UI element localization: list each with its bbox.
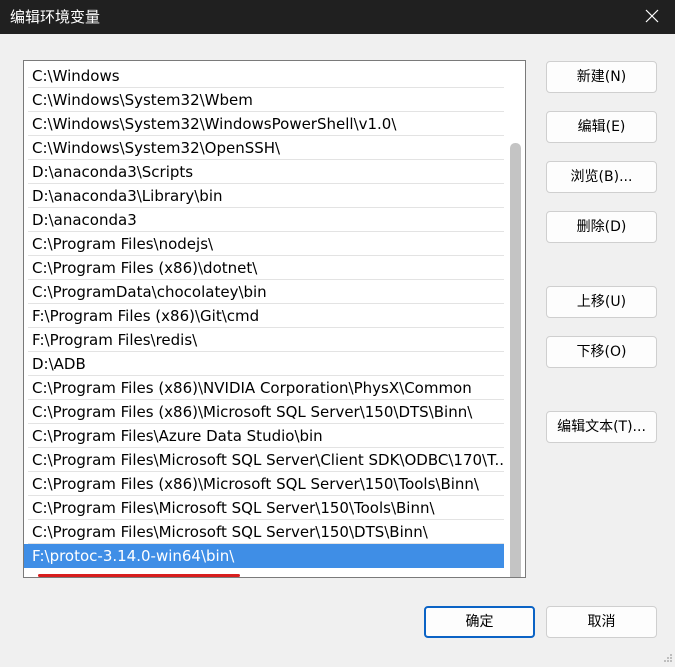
path-list-item[interactable]: D:\ADB — [24, 352, 504, 376]
vertical-scrollbar[interactable] — [510, 143, 521, 577]
path-list-item[interactable]: C:\Windows\System32\WindowsPowerShell\v1… — [24, 112, 504, 136]
edit-button[interactable]: 编辑(E) — [546, 111, 657, 143]
path-list-item[interactable]: C:\Program Files (x86)\dotnet\ — [24, 256, 504, 280]
path-list-rows: C:\Windows C:\Windows\System32\Wbem C:\Win… — [24, 64, 504, 568]
path-list-item[interactable]: C:\Program Files\Microsoft SQL Server\15… — [24, 520, 504, 544]
path-list-item[interactable]: C:\Program Files (x86)\Microsoft SQL Ser… — [24, 400, 504, 424]
path-list-item[interactable]: F:\Program Files (x86)\Git\cmd — [24, 304, 504, 328]
path-list-item[interactable]: D:\anaconda3\Scripts — [24, 160, 504, 184]
path-list-item[interactable]: C:\Program Files\nodejs\ — [24, 232, 504, 256]
path-list-item[interactable]: C:\ProgramData\chocolatey\bin — [24, 280, 504, 304]
path-list-item[interactable]: C:\Program Files\Microsoft SQL Server\Cl… — [24, 448, 504, 472]
annotation-underline — [38, 574, 240, 577]
path-list-item[interactable]: C:\Windows — [24, 64, 504, 88]
path-list-item[interactable]: C:\Program Files\Azure Data Studio\bin — [24, 424, 504, 448]
path-list-item[interactable]: F:\Program Files\redis\ — [24, 328, 504, 352]
browse-button[interactable]: 浏览(B)... — [546, 161, 657, 193]
title-bar: 编辑环境变量 — [0, 0, 675, 34]
edit-environment-variable-dialog: 编辑环境变量 C:\Windows C:\Windows\System32\Wbe… — [0, 0, 675, 662]
delete-button[interactable]: 删除(D) — [546, 211, 657, 243]
edit-text-button[interactable]: 编辑文本(T)... — [546, 411, 657, 443]
move-down-button[interactable]: 下移(O) — [546, 336, 657, 368]
window-title: 编辑环境变量 — [10, 8, 101, 26]
cancel-button[interactable]: 取消 — [546, 606, 657, 638]
path-list-item[interactable]: C:\Program Files\Microsoft SQL Server\15… — [24, 496, 504, 520]
path-list-item[interactable]: C:\Program Files (x86)\NVIDIA Corporatio… — [24, 376, 504, 400]
new-button[interactable]: 新建(N) — [546, 61, 657, 93]
resize-grip-icon[interactable] — [663, 648, 673, 662]
path-list-item[interactable]: D:\anaconda3\Library\bin — [24, 184, 504, 208]
move-up-button[interactable]: 上移(U) — [546, 286, 657, 318]
path-list-item[interactable]: D:\anaconda3 — [24, 208, 504, 232]
path-list-item-selected[interactable]: F:\protoc-3.14.0-win64\bin\ — [24, 544, 504, 568]
path-list-item[interactable]: C:\Windows\System32\Wbem — [24, 88, 504, 112]
path-list-item[interactable]: C:\Program Files (x86)\Microsoft SQL Ser… — [24, 472, 504, 496]
close-button[interactable] — [629, 0, 675, 34]
close-icon — [645, 8, 659, 27]
ok-button[interactable]: 确定 — [424, 606, 535, 638]
path-list-item[interactable]: C:\Windows\System32\OpenSSH\ — [24, 136, 504, 160]
path-list[interactable]: C:\Windows C:\Windows\System32\Wbem C:\Win… — [23, 60, 526, 578]
